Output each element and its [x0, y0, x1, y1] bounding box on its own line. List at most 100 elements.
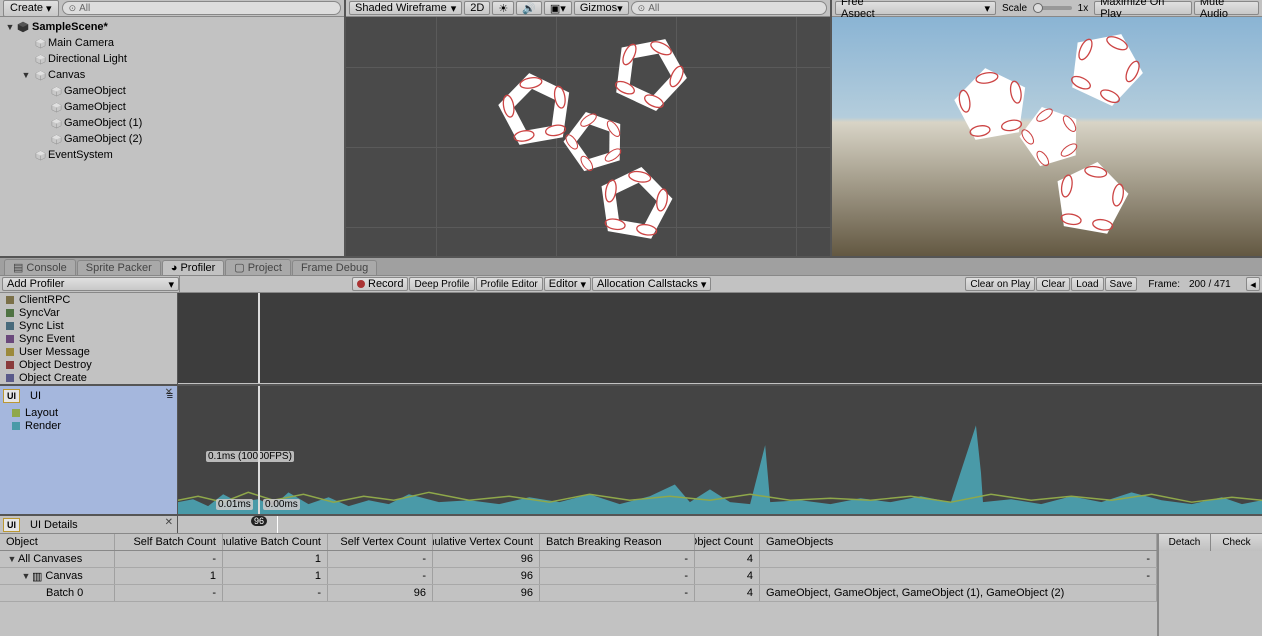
editor-dropdown[interactable]: Editor▾ [544, 277, 591, 291]
gizmos-dropdown[interactable]: Gizmos▾ [574, 1, 629, 15]
editor-label: Editor [549, 278, 578, 290]
profiler-timeline-network[interactable] [178, 293, 1262, 383]
save-button[interactable]: Save [1105, 277, 1138, 291]
tab-sprite-packer[interactable]: Sprite Packer [77, 260, 161, 275]
table-header: Object Self Batch Count Cumulative Batch… [0, 534, 1157, 551]
hierarchy-item[interactable]: Directional Light [0, 51, 344, 67]
color-swatch [12, 422, 20, 430]
audio-toggle[interactable]: 🔊 [516, 1, 542, 15]
scene-view[interactable] [346, 17, 830, 256]
profiler-category[interactable]: Sync List [0, 319, 177, 332]
profiler-category[interactable]: SyncVar [0, 306, 177, 319]
profile-editor-toggle[interactable]: Profile Editor [476, 277, 543, 291]
hierarchy-item[interactable]: GameObject [0, 83, 344, 99]
search-placeholder: All [76, 3, 90, 14]
check-button[interactable]: Check [1211, 534, 1262, 551]
timeline-cursor[interactable] [258, 293, 260, 383]
load-button[interactable]: Load [1071, 277, 1103, 291]
add-profiler-dropdown[interactable]: Add Profiler▾ [2, 277, 179, 291]
ui-details-graph[interactable]: 96 [178, 516, 1262, 533]
hierarchy-item[interactable]: GameObject (1) [0, 115, 344, 131]
add-profiler-label: Add Profiler [7, 278, 64, 290]
close-icon[interactable]: ✕ [165, 517, 173, 528]
cum-vert-cell: 96 [433, 568, 540, 584]
tab-project[interactable]: ▢Project [225, 259, 291, 275]
fx-toggle[interactable]: ▣▾ [544, 1, 572, 15]
create-button[interactable]: Create ▾ [3, 0, 59, 17]
profiler-category[interactable]: Sync Event [0, 332, 177, 345]
scene-search-input[interactable]: ⊙ All [631, 1, 827, 15]
hierarchy-item[interactable]: GameObject [0, 99, 344, 115]
table-row[interactable]: ▼All Canvases-1-96-4- [0, 551, 1157, 568]
go-count-cell: 4 [695, 551, 760, 567]
expand-icon[interactable]: ▼ [6, 554, 18, 564]
gos-cell: - [760, 551, 1157, 567]
shade-mode-label: Shaded Wireframe [355, 2, 447, 14]
dropdown-icon: ▾ [560, 2, 566, 15]
expand-icon[interactable]: ▼ [20, 70, 32, 80]
col-cum-batch[interactable]: Cumulative Batch Count [223, 534, 328, 550]
unity-icon [16, 20, 30, 34]
alloc-callstacks-dropdown[interactable]: Allocation Callstacks▾ [592, 277, 711, 291]
col-object[interactable]: Object [0, 534, 115, 550]
scene-name: SampleScene* [30, 21, 108, 33]
category-label: Object Destroy [19, 359, 92, 371]
expand-icon[interactable]: ▼ [20, 571, 32, 581]
profiler-category[interactable]: Object Create [0, 371, 177, 384]
2d-toggle[interactable]: 2D [464, 1, 490, 15]
game-view[interactable] [832, 17, 1262, 256]
category-label: ClientRPC [19, 294, 70, 306]
dropdown-icon: ▾ [451, 2, 457, 15]
category-label: Sync List [19, 320, 64, 332]
deep-profile-toggle[interactable]: Deep Profile [409, 277, 474, 291]
detach-button[interactable]: Detach [1159, 534, 1211, 551]
col-cum-vert[interactable]: Cumulative Vertex Count [433, 534, 540, 550]
gameobject-icon [32, 52, 48, 66]
search-icon: ⊙ [638, 3, 646, 14]
ui-details-title: UI Details [30, 519, 78, 531]
col-self-batch[interactable]: Self Batch Count [115, 534, 223, 550]
col-go-count[interactable]: GameObject Count [695, 534, 760, 550]
tab-profiler[interactable]: ◕Profiler [162, 260, 225, 275]
profiler-category[interactable]: User Message [0, 345, 177, 358]
profiler-categories: ClientRPCSyncVarSync ListSync EventUser … [0, 293, 178, 384]
item-label: GameObject (2) [64, 133, 142, 145]
profiler-category[interactable]: ClientRPC [0, 293, 177, 306]
category-label: User Message [19, 346, 90, 358]
ui-track-graph[interactable]: 0.1ms (10000FPS) 0.01ms 0.00ms [178, 386, 1262, 514]
hierarchy-item[interactable]: GameObject (2) [0, 131, 344, 147]
shade-mode-dropdown[interactable]: Shaded Wireframe ▾ [349, 1, 462, 15]
record-button[interactable]: Record [352, 277, 408, 291]
scene-row[interactable]: ▼ SampleScene* [0, 19, 344, 35]
tab-console[interactable]: ▤Console [4, 259, 76, 275]
timeline-cursor[interactable] [258, 386, 260, 514]
color-swatch [6, 374, 14, 382]
chevron-left-icon: ◂ [1250, 278, 1256, 291]
ui-details-table: Object Self Batch Count Cumulative Batch… [0, 533, 1262, 636]
mute-toggle[interactable]: Mute Audio [1194, 1, 1259, 15]
search-icon: ⊙ [69, 3, 77, 14]
hierarchy-item[interactable]: ▼Canvas [0, 67, 344, 83]
graph-baseline-label: 0.01ms [216, 499, 253, 510]
col-self-vert[interactable]: Self Vertex Count [328, 534, 433, 550]
lighting-toggle[interactable]: ☀ [492, 1, 514, 15]
ui-details-header: UI ✕ UI Details 96 [0, 514, 1262, 533]
col-reason[interactable]: Batch Breaking Reason [540, 534, 695, 550]
clear-button[interactable]: Clear [1036, 277, 1070, 291]
profiler-category[interactable]: Object Destroy [0, 358, 177, 371]
hierarchy-item[interactable]: Main Camera [0, 35, 344, 51]
clear-on-play-button[interactable]: Clear on Play [965, 277, 1035, 291]
close-icon[interactable]: ✕ [165, 387, 173, 398]
reason-cell: - [540, 568, 695, 584]
hierarchy-item[interactable]: EventSystem [0, 147, 344, 163]
game-panel: Free Aspect▾ Scale 1x Maximize On Play M… [832, 0, 1262, 256]
frame-prev-button[interactable]: ◂ [1246, 277, 1260, 291]
category-label: Sync Event [19, 333, 75, 345]
table-row[interactable]: Batch 0--9696-4GameObject, GameObject, G… [0, 585, 1157, 602]
col-gos[interactable]: GameObjects [760, 534, 1157, 550]
frame-label: Frame: [1144, 279, 1184, 290]
tab-frame-debug[interactable]: Frame Debug [292, 260, 377, 275]
table-row[interactable]: ▼▥Canvas11-96-4- [0, 568, 1157, 585]
hierarchy-search-input[interactable]: ⊙ All [62, 1, 341, 15]
expand-icon[interactable]: ▼ [4, 22, 16, 32]
